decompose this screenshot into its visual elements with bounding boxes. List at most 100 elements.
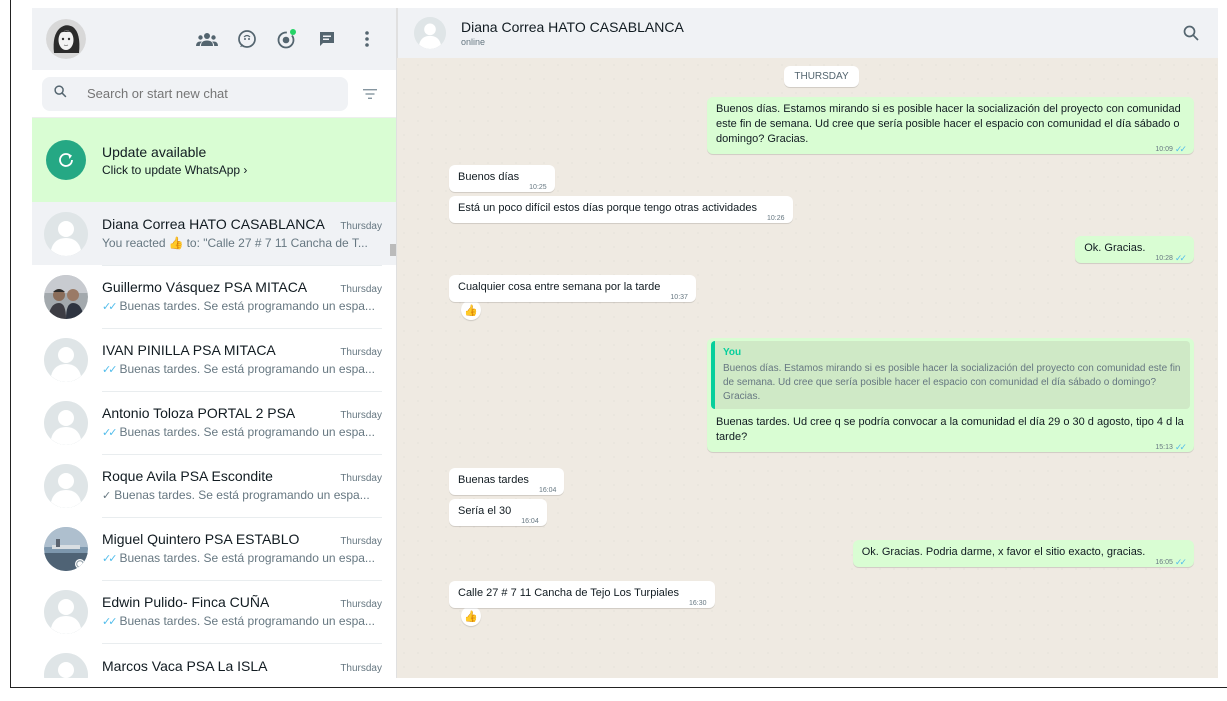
message-text: Buenos días. Estamos mirando si es posib… [716, 103, 1181, 145]
message-outgoing[interactable]: Ok. Gracias. 10:28 ✓✓ [1075, 236, 1194, 263]
screenshot-border-left [10, 0, 11, 688]
chat-time: Thursday [340, 473, 382, 484]
chat-name: Miguel Quintero PSA ESTABLO [102, 531, 300, 547]
message-reaction[interactable]: 👍 [461, 606, 481, 626]
chat-preview: ✓✓ Buenas tardes. Se está programando un… [102, 614, 382, 628]
chat-time: Thursday [340, 410, 382, 421]
search-row [32, 70, 396, 118]
chat-list-item[interactable]: Guillermo Vásquez PSA MITACA Thursday ✓✓… [32, 265, 396, 329]
thumbs-up-emoji: 👍 [168, 236, 184, 250]
message-time: 16:05 [1155, 559, 1173, 566]
update-link[interactable]: Click to update WhatsApp › [102, 163, 247, 177]
message-time: 10:09 [1155, 146, 1173, 153]
double-check-icon: ✓✓ [102, 426, 118, 439]
message-time: 10:37 [670, 294, 688, 301]
message-list: THURSDAY Buenos días. Estamos mirando si… [397, 58, 1218, 678]
chat-list-item[interactable]: Marcos Vaca PSA La ISLA Thursday ✓✓ [32, 643, 396, 678]
chat-preview-text: Buenas tardes. Se está programando un es… [119, 614, 375, 628]
message-text: Cualquier cosa entre semana por la tarde [458, 281, 661, 293]
chat-preview: ✓✓ Buenas tardes. Se está programando un… [102, 362, 382, 376]
quoted-message[interactable]: You Buenos días. Estamos mirando si es p… [711, 341, 1190, 409]
chat-preview: ✓✓ [102, 678, 382, 679]
message-text: Sería el 30 [458, 505, 512, 517]
double-check-icon: ✓✓ [102, 678, 114, 679]
menu-icon[interactable] [354, 26, 380, 52]
quote-text: Buenos días. Estamos mirando si es posib… [723, 363, 1181, 402]
double-check-icon: ✓✓ [1174, 557, 1187, 567]
contact-photo [44, 274, 88, 319]
chat-preview-text: Buenas tardes. Se está programando un es… [119, 362, 375, 376]
day-label: THURSDAY [784, 66, 859, 87]
communities-icon[interactable] [194, 26, 220, 52]
contact-status: online [461, 37, 486, 47]
chat-preview-prefix: You reacted [102, 236, 166, 250]
chat-preview: ✓✓ Buenas tardes. Se está programando un… [102, 425, 382, 439]
default-avatar-icon[interactable] [414, 17, 446, 49]
chat-preview-text: Buenas tardes. Se está programando un es… [114, 488, 370, 502]
message-outgoing[interactable]: Ok. Gracias. Podria darme, x favor el si… [852, 540, 1194, 567]
screenshot-border-bottom [10, 687, 1227, 688]
channels-icon[interactable] [274, 26, 300, 52]
chat-preview-text: Buenas tardes. Se está programando un es… [119, 299, 375, 313]
message-text: Calle 27 # 7 11 Cancha de Tejo Los Turpi… [458, 587, 679, 599]
chat-preview-text: Buenas tardes. Se está programando un es… [119, 551, 375, 565]
message-reaction[interactable]: 👍 [461, 300, 481, 320]
chat-name: IVAN PINILLA PSA MITACA [102, 342, 276, 358]
chat-time: Thursday [340, 662, 382, 674]
chat-list: Diana Correa HATO CASABLANCA Thursday Yo… [32, 202, 396, 678]
chat-name: Antonio Toloza PORTAL 2 PSA [102, 405, 296, 421]
conversation-panel: Diana Correa HATO CASABLANCA online THUR… [397, 8, 1218, 678]
chat-time: Thursday [340, 536, 382, 547]
sidebar-scrollbar[interactable] [390, 244, 396, 256]
search-icon[interactable] [1178, 20, 1204, 46]
screenshot-corner [1218, 0, 1227, 14]
message-incoming[interactable]: Buenos días 10:25 [449, 165, 555, 192]
default-avatar-icon [44, 463, 88, 508]
chat-name: Diana Correa HATO CASABLANCA [102, 216, 325, 232]
chat-time: Thursday [340, 221, 382, 232]
double-check-icon: ✓✓ [102, 615, 118, 628]
message-text: Ok. Gracias. Podria darme, x favor el si… [861, 546, 1146, 558]
chat-list-item[interactable]: Antonio Toloza PORTAL 2 PSA Thursday ✓✓ … [32, 391, 396, 455]
chat-list-item[interactable]: IVAN PINILLA PSA MITACA Thursday ✓✓ Buen… [32, 328, 396, 392]
day-separator: THURSDAY [449, 66, 1194, 87]
message-incoming[interactable]: Buenas tardes 16:04 [449, 468, 565, 495]
message-text: Buenas tardes. Ud cree q se podría convo… [716, 416, 1184, 443]
conversation-header[interactable]: Diana Correa HATO CASABLANCA online [397, 8, 1218, 58]
chat-time: Thursday [340, 599, 382, 610]
chat-preview: You reacted 👍 to: "Calle 27 # 7 11 Canch… [102, 236, 382, 250]
message-incoming[interactable]: Está un poco difícil estos días porque t… [449, 196, 793, 223]
message-incoming[interactable]: Sería el 30 16:04 [449, 499, 547, 526]
sidebar-header [32, 8, 396, 70]
contact-name: Diana Correa HATO CASABLANCA [461, 19, 684, 35]
chat-preview: ✓✓ Buenas tardes. Se está programando un… [102, 551, 382, 565]
contact-photo [44, 526, 88, 571]
chat-list-item[interactable]: Roque Avila PSA Escondite Thursday ✓ Bue… [32, 454, 396, 518]
whatsapp-window: Update available Click to update WhatsAp… [32, 8, 1218, 678]
update-title: Update available [102, 143, 207, 160]
search-input[interactable] [85, 85, 319, 102]
chat-list-item[interactable]: Diana Correa HATO CASABLANCA Thursday Yo… [32, 202, 396, 266]
default-avatar-icon [44, 337, 88, 382]
chat-list-item[interactable]: Miguel Quintero PSA ESTABLO Thursday ✓✓ … [32, 517, 396, 581]
message-incoming[interactable]: Calle 27 # 7 11 Cancha de Tejo Los Turpi… [449, 581, 715, 608]
status-icon[interactable] [234, 26, 260, 52]
chat-preview: ✓ Buenas tardes. Se está programando un … [102, 488, 382, 502]
message-outgoing[interactable]: Buenos días. Estamos mirando si es posib… [707, 97, 1194, 154]
default-avatar-icon [44, 211, 88, 256]
new-chat-icon[interactable] [314, 26, 340, 52]
search-box[interactable] [42, 76, 348, 111]
double-check-icon: ✓✓ [102, 363, 118, 376]
message-text: Buenas tardes [458, 474, 529, 486]
chat-name: Marcos Vaca PSA La ISLA [102, 657, 268, 674]
message-outgoing-reply[interactable]: You Buenos días. Estamos mirando si es p… [707, 338, 1194, 452]
chat-list-item[interactable]: Edwin Pulido- Finca CUÑA Thursday ✓✓ Bue… [32, 580, 396, 644]
filter-icon[interactable] [354, 78, 386, 110]
refresh-icon [46, 140, 86, 180]
chat-name: Guillermo Vásquez PSA MITACA [102, 279, 308, 295]
double-check-icon: ✓✓ [102, 300, 118, 313]
message-incoming[interactable]: Cualquier cosa entre semana por la tarde… [449, 275, 696, 302]
update-banner[interactable]: Update available Click to update WhatsAp… [32, 118, 396, 202]
my-profile-avatar[interactable] [46, 19, 86, 59]
default-avatar-icon [44, 652, 88, 678]
